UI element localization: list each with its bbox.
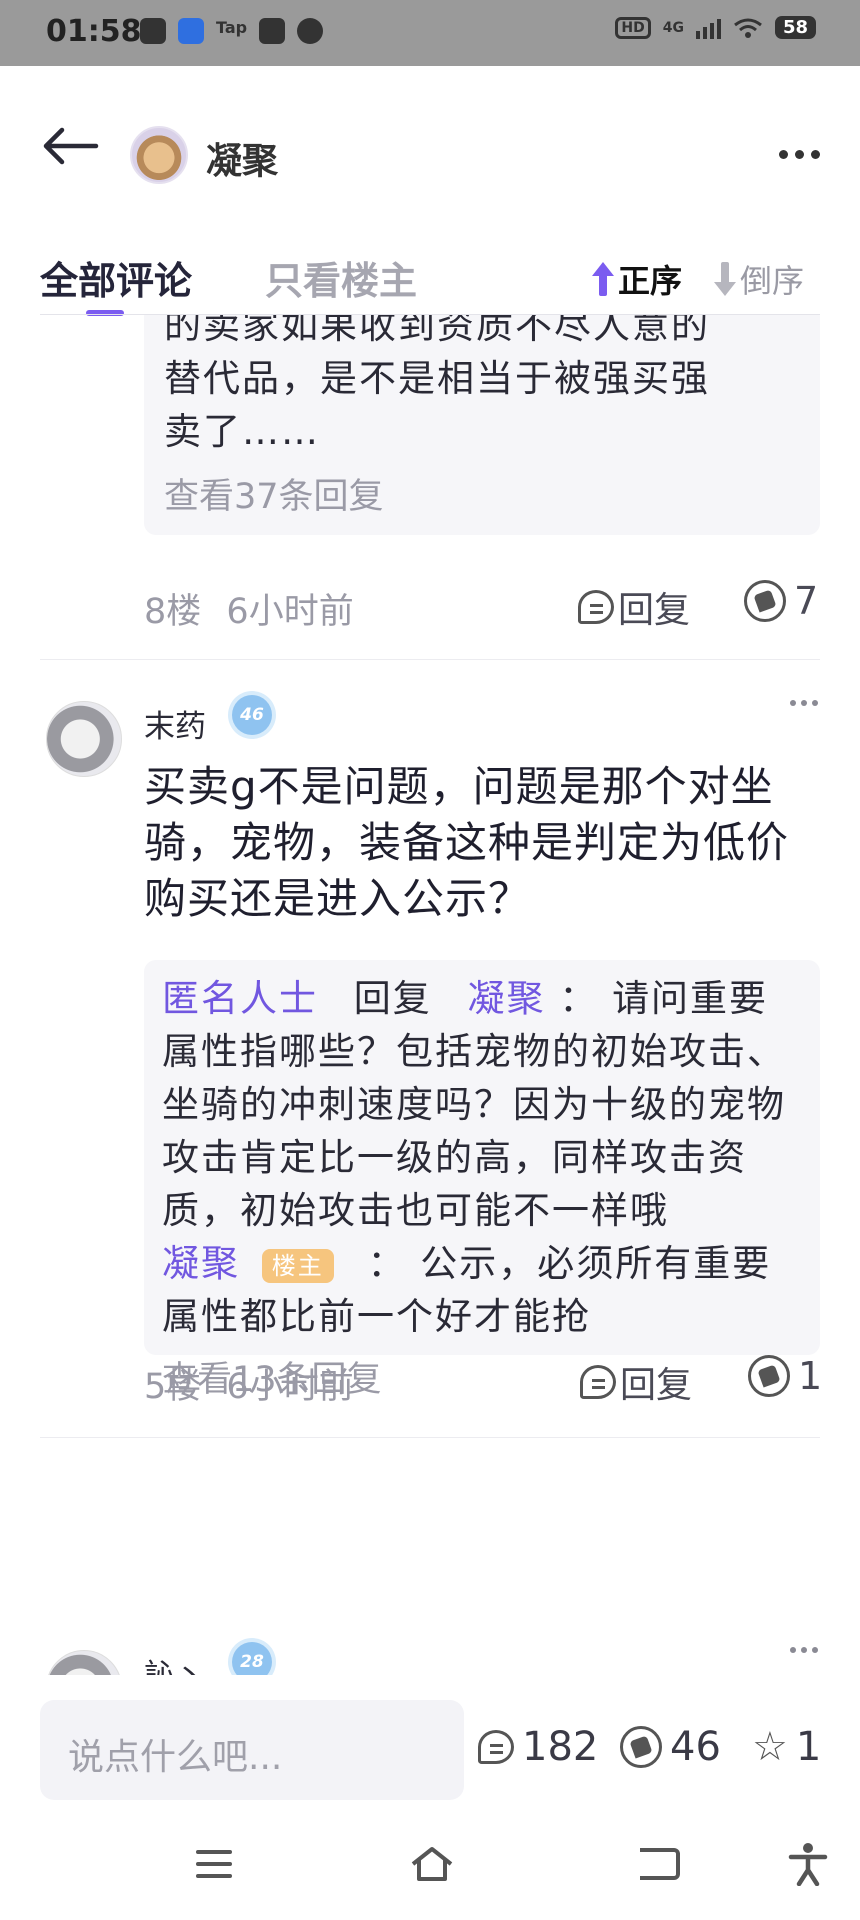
commenter-avatar[interactable] [46, 701, 122, 777]
reply-content: 公示，必须所有重要属性都比前一个好才能抢 [162, 1242, 772, 1338]
comment-divider [40, 659, 820, 660]
comment-action-bar: 说点什么吧... 182 46 ☆ 1 [0, 1680, 860, 1810]
battery-icon: 58 [774, 16, 816, 39]
reply-colon: ： [559, 977, 599, 1020]
chat-icon [297, 18, 324, 44]
level-badge: 28 [232, 1642, 272, 1675]
comment-bubble-icon [478, 1730, 514, 1764]
reply-preview-1: 匿名人士 回复 凝聚 ： 请问重要属性指哪些？包括宠物的初始攻击、坐骑的冲刺速度… [162, 972, 802, 1237]
author-name[interactable]: 凝聚 [206, 132, 278, 184]
tab-op-only[interactable]: 只看楼主 [265, 250, 417, 305]
floor-number: 8楼 [144, 592, 202, 632]
comment-divider [40, 1437, 820, 1438]
reply-verb: 回复 [353, 977, 432, 1020]
menu-icon[interactable] [196, 1850, 232, 1878]
comment-meta: 8楼 6小时前 [144, 583, 354, 634]
reply-preview-text: 的卖家如果收到资质不尽人意的 替代品，是不是相当于被强买强 卖了…… [164, 315, 800, 458]
thumbs-up-icon [744, 580, 786, 622]
op-badge: 楼主 [261, 1248, 334, 1283]
reply-line: 替代品，是不是相当于被强买强 [164, 357, 710, 400]
reply-author[interactable]: 匿名人士 [162, 977, 318, 1020]
reply-button[interactable]: 回复 [578, 581, 690, 633]
reply-preview-box[interactable]: 的卖家如果收到资质不尽人意的 替代品，是不是相当于被强买强 卖了…… 查看37条… [144, 315, 820, 535]
comment-input[interactable]: 说点什么吧... [40, 1700, 464, 1800]
reply-target[interactable]: 凝聚 [468, 977, 546, 1020]
thumbs-up-icon [748, 1355, 790, 1397]
sort-ascending-button[interactable]: 正序 [592, 256, 682, 302]
level-badge: 46 [232, 695, 272, 735]
reply-preview-box[interactable]: 匿名人士 回复 凝聚 ： 请问重要属性指哪些？包括宠物的初始攻击、坐骑的冲刺速度… [144, 960, 820, 1400]
thumbs-up-icon [620, 1726, 662, 1768]
status-system-icons: HD 4G 58 [615, 16, 816, 39]
status-time: 01:58 [46, 14, 142, 49]
status-bar: 01:58 Tap HD 4G 58 [0, 0, 860, 66]
back-icon[interactable] [640, 1848, 680, 1880]
likes-count: 46 [670, 1724, 721, 1770]
view-more-replies[interactable]: 查看37条回复 [164, 468, 800, 519]
system-nav-bar [0, 1810, 860, 1920]
star-icon: ☆ [752, 1724, 788, 1770]
comment-text: 买卖g不是问题，问题是那个对坐骑，宠物，装备这种是判定为低价购买还是进入公示？ [144, 762, 790, 923]
arrow-down-icon [714, 262, 736, 296]
comment-bubble-icon [578, 590, 614, 624]
like-count: 1 [798, 1354, 823, 1398]
reply-line: 卖了…… [164, 410, 320, 453]
reply-colon: ： [367, 1242, 407, 1285]
reply-button-label: 回复 [620, 1365, 693, 1406]
like-count: 7 [794, 579, 819, 623]
tab-all-comments[interactable]: 全部评论 [40, 250, 192, 305]
commenter-name[interactable]: 訫丶 [144, 1650, 206, 1675]
more-options-icon[interactable] [779, 150, 820, 159]
like-button[interactable]: 7 [744, 579, 818, 623]
comment-meta: 5楼 6小时前 [144, 1358, 354, 1409]
status-notification-icons: Tap [140, 18, 324, 44]
reply-preview-2: 凝聚 楼主 ： 公示，必须所有重要属性都比前一个好才能抢 [162, 1237, 802, 1343]
like-button[interactable]: 1 [748, 1354, 822, 1398]
comment-more-icon[interactable] [790, 1647, 818, 1653]
sort-descending-label: 倒序 [740, 262, 805, 300]
commenter-name[interactable]: 末药 [144, 701, 206, 746]
reply-author[interactable]: 凝聚 [162, 1242, 240, 1285]
comment-time: 6小时前 [226, 1367, 354, 1407]
back-arrow-icon[interactable] [40, 126, 100, 166]
sort-ascending-label: 正序 [618, 262, 683, 300]
mail-icon [259, 18, 286, 44]
broadcast-icon [178, 18, 204, 44]
hd-icon: HD [615, 16, 651, 39]
favorite-button[interactable]: ☆ 1 [752, 1724, 821, 1770]
comment-bubble-icon [580, 1365, 616, 1399]
post-header: 凝聚 [0, 66, 860, 246]
comment-more-icon[interactable] [790, 700, 818, 706]
wifi-icon [734, 18, 762, 38]
commenter-avatar[interactable] [46, 1650, 122, 1675]
signal-icon [695, 17, 721, 39]
tap-icon: Tap [216, 18, 248, 37]
comments-count: 182 [522, 1724, 599, 1770]
comment-list[interactable]: 的卖家如果收到资质不尽人意的 替代品，是不是相当于被强买强 卖了…… 查看37条… [0, 315, 860, 1675]
comments-count-button[interactable]: 182 [478, 1724, 598, 1770]
author-avatar[interactable] [130, 126, 188, 184]
reply-line: 的卖家如果收到资质不尽人意的 [164, 315, 710, 347]
accessibility-icon[interactable] [788, 1842, 828, 1886]
likes-count-button[interactable]: 46 [620, 1724, 721, 1770]
reply-button-label: 回复 [618, 590, 691, 631]
favorites-count: 1 [795, 1724, 822, 1770]
home-icon[interactable] [410, 1846, 454, 1882]
comment-tabs: 全部评论 只看楼主 正序 倒序 [0, 250, 860, 316]
game-controller-icon [140, 18, 166, 44]
floor-number: 5楼 [144, 1367, 202, 1407]
reply-button[interactable]: 回复 [580, 1356, 692, 1408]
sort-descending-button[interactable]: 倒序 [714, 256, 804, 302]
network-type: 4G [662, 19, 684, 36]
arrow-up-icon [592, 262, 614, 296]
comment-time: 6小时前 [226, 592, 354, 632]
